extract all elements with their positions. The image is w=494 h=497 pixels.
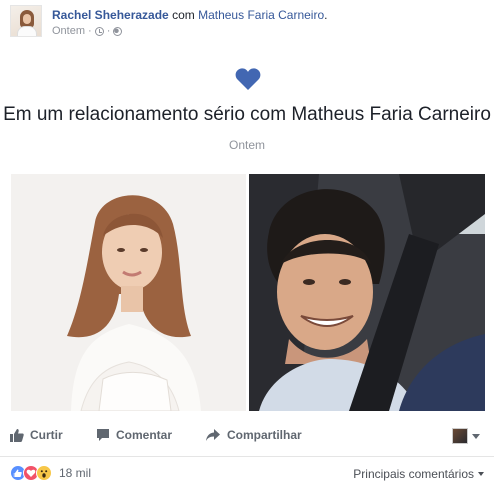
viewer-avatar	[452, 428, 468, 444]
photo-matheus[interactable]	[249, 174, 485, 411]
author-line: Rachel Sheherazade com Matheus Faria Car…	[52, 8, 327, 22]
post-actions: Curtir Comentar Compartilhar	[0, 422, 494, 456]
divider	[0, 456, 494, 457]
photo-rachel[interactable]	[11, 174, 246, 411]
like-button[interactable]: Curtir	[10, 428, 63, 442]
author-avatar[interactable]	[10, 5, 42, 37]
reaction-count[interactable]: 18 mil	[59, 466, 91, 480]
comment-sort-dropdown[interactable]: Principais comentários	[353, 467, 484, 481]
chevron-down-icon	[472, 433, 480, 439]
globe-icon[interactable]	[113, 26, 123, 36]
with-suffix: .	[324, 8, 328, 22]
share-arrow-icon	[206, 429, 220, 441]
share-button[interactable]: Compartilhar	[205, 428, 302, 442]
heart-icon	[235, 68, 261, 90]
wow-reaction-icon	[36, 465, 52, 481]
post-meta: Ontem · ·	[52, 25, 123, 37]
meta-separator: ·	[88, 25, 92, 37]
comment-button[interactable]: Comentar	[96, 428, 172, 442]
tagged-person-link[interactable]: Matheus Faria Carneiro	[198, 8, 324, 22]
thumbs-up-icon	[10, 429, 24, 442]
comment-icon	[97, 429, 109, 441]
like-label: Curtir	[30, 428, 63, 442]
sort-label: Principais comentários	[353, 467, 474, 481]
post-time-link[interactable]: Ontem	[52, 25, 85, 37]
life-event-date: Ontem	[228, 138, 265, 152]
share-label: Compartilhar	[227, 428, 302, 442]
post-header: Rachel Sheherazade com Matheus Faria Car…	[10, 5, 490, 41]
comment-label: Comentar	[116, 428, 173, 442]
author-name-link[interactable]: Rachel Sheherazade	[52, 8, 169, 22]
chevron-down-icon	[478, 472, 484, 476]
meta-separator-2: ·	[106, 25, 111, 37]
life-event-title: Em um relacionamento sério com Matheus F…	[3, 104, 491, 125]
clock-icon[interactable]	[94, 26, 104, 36]
post-as-selector[interactable]	[452, 427, 484, 445]
with-prefix: com	[172, 8, 195, 22]
reactions-summary[interactable]: 18 mil	[10, 465, 91, 481]
